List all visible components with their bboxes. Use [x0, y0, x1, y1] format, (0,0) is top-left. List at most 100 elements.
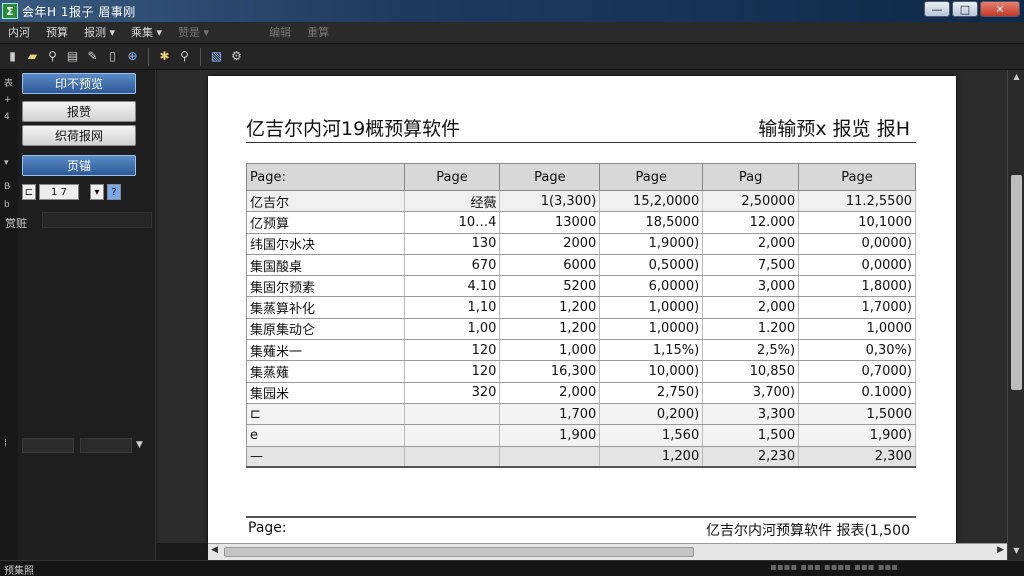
bottom-field[interactable] [22, 437, 74, 453]
table-cell: 1,200 [599, 446, 704, 469]
table-cell: 集国酸桌 [246, 254, 405, 277]
table-row: 集薙米一 120 1,000 1,15%) 2,5%) 0,30%) [246, 339, 916, 362]
column-header: Pag [702, 163, 800, 191]
table-cell: 0,200) [599, 403, 704, 426]
help-button[interactable]: ? [107, 184, 121, 200]
print-preview-button[interactable]: 印不预览 [22, 73, 136, 94]
table-cell: 3,000 [702, 275, 800, 298]
menu-item[interactable]: 报测 ▾ [76, 22, 123, 43]
open-folder-icon[interactable]: ▰ [24, 48, 41, 65]
table-cell: 1,200 [499, 318, 601, 341]
table-cell: 13000 [499, 211, 601, 234]
table-cell: 10…4 [404, 211, 501, 234]
search-icon[interactable]: ⚲ [44, 48, 61, 65]
table-cell: ⊏ [246, 403, 405, 426]
scroll-right-icon[interactable]: ▶ [997, 545, 1004, 555]
table-cell: 1,0000) [599, 318, 704, 341]
minimize-button[interactable]: — [924, 1, 950, 17]
table-cell: 2000 [499, 233, 601, 255]
table-row: 集园米 320 2,000 2,750) 3,700) 0.1000) [246, 382, 916, 404]
table-cell: 670 [404, 254, 501, 277]
vertical-scrollbar[interactable]: ▲ ▼ [1007, 70, 1024, 560]
column-header: Page [403, 163, 501, 191]
gutter-label: + [4, 95, 12, 105]
scroll-up-icon[interactable]: ▲ [1011, 72, 1022, 81]
settings-icon[interactable]: ⚙ [228, 48, 245, 65]
mini-button[interactable]: ⊏ [22, 184, 36, 200]
status-right: ▪▪▪▪ ▪▪▪ ▪▪▪▪ ▪▪▪ ▪▪▪ [770, 562, 898, 573]
menu-item[interactable]: 重算 [299, 22, 337, 43]
table-cell: 2,000 [499, 382, 601, 404]
gutter-label: B [4, 182, 11, 192]
menu-bar: 内河 预算 报测 ▾ 乘集 ▾ 赞是 ▾ 编辑 重算 [0, 22, 1024, 44]
table-cell: 集原集动仑 [246, 318, 405, 341]
table-cell: 1,900 [499, 424, 601, 447]
menu-item[interactable]: 编辑 [261, 22, 299, 43]
menu-item[interactable]: 赞是 ▾ [170, 22, 217, 43]
bottom-controls: ▼ [0, 436, 156, 454]
clipboard-icon[interactable]: ▯ [104, 48, 121, 65]
tools-icon[interactable]: ✎ [84, 48, 101, 65]
menu-item[interactable]: 预算 [38, 22, 76, 43]
bottom-field[interactable] [80, 437, 132, 453]
table-row: 亿预算 10…4 13000 18,5000 12.000 10,1000 [246, 211, 916, 234]
left-field[interactable] [42, 212, 152, 228]
chevron-down-icon[interactable]: ▼ [136, 440, 143, 450]
table-cell: 4.10 [404, 275, 501, 298]
maximize-button[interactable]: □ [952, 1, 978, 17]
print-icon[interactable]: ▤ [64, 48, 81, 65]
table-cell: 16,300 [499, 360, 601, 383]
table-cell: 10,1000 [798, 211, 916, 234]
table-cell: 经薇 [404, 190, 501, 213]
scroll-down-icon[interactable]: ▼ [1011, 546, 1022, 555]
column-header: Page: [246, 163, 405, 191]
page-number-field[interactable]: 1 7 [39, 184, 79, 200]
dropdown-button[interactable]: ▾ [90, 184, 104, 200]
format-button[interactable]: 织荷报网 [22, 125, 136, 146]
table-cell [404, 424, 501, 447]
toolbar: ▮ ▰ ⚲ ▤ ✎ ▯ ⊕ ✱ ⚲ ▧ ⚙ [0, 44, 1024, 70]
horizontal-scroll-thumb[interactable] [224, 547, 694, 557]
table-cell: 1,10 [404, 296, 501, 319]
table-cell: 0,5000) [599, 254, 704, 277]
find-icon[interactable]: ⚲ [176, 48, 193, 65]
table-cell: 18,5000 [599, 211, 704, 234]
page-setup-button[interactable]: 页锚 [22, 155, 136, 176]
table-cell: 1,200 [499, 296, 601, 319]
zoom-icon[interactable]: ⊕ [124, 48, 141, 65]
table-cell: 6000 [499, 254, 601, 277]
horizontal-scrollbar[interactable]: ◀ ▶ [208, 543, 1007, 560]
table-cell: 2,230 [702, 446, 800, 469]
vertical-scroll-thumb[interactable] [1011, 175, 1022, 390]
new-file-icon[interactable]: ▮ [4, 48, 21, 65]
table-cell: 0,0000) [798, 233, 916, 255]
close-button[interactable]: ✕ [980, 1, 1020, 17]
table-cell: 0,7000) [798, 360, 916, 383]
table-cell: 2,750) [599, 382, 704, 404]
table-cell: 2,5%) [702, 339, 800, 362]
table-cell: 集蒸算补化 [246, 296, 405, 319]
gutter-label: 4 [4, 112, 10, 122]
table-cell: 2,50000 [702, 190, 800, 213]
table-row: 集原集动仑 1,00 1,200 1,0000) 1.200 1,0000 [246, 318, 916, 341]
column-header: Page [499, 163, 601, 191]
table-cell: — [246, 446, 405, 469]
title-divider [246, 142, 916, 143]
table-cell: 1,0000 [798, 318, 916, 341]
scroll-left-icon[interactable]: ◀ [211, 545, 218, 555]
table-cell: 2,300 [798, 446, 916, 469]
table-cell: 0,30%) [798, 339, 916, 362]
table-cell: 1,0000) [599, 296, 704, 319]
table-cell: 1(3,300) [499, 190, 601, 213]
report-button[interactable]: 报赞 [22, 101, 136, 122]
table-cell: 1,8000) [798, 275, 916, 298]
calculate-icon[interactable]: ✱ [156, 48, 173, 65]
export-icon[interactable]: ▧ [208, 48, 225, 65]
menu-item[interactable]: 乘集 ▾ [123, 22, 170, 43]
table-cell [499, 446, 601, 469]
table-cell: 130 [404, 233, 501, 255]
table-cell: 2,000 [702, 296, 800, 319]
table-cell: 11.2,5500 [798, 190, 916, 213]
table-cell: 15,2,0000 [599, 190, 704, 213]
menu-item[interactable]: 内河 [0, 22, 38, 43]
